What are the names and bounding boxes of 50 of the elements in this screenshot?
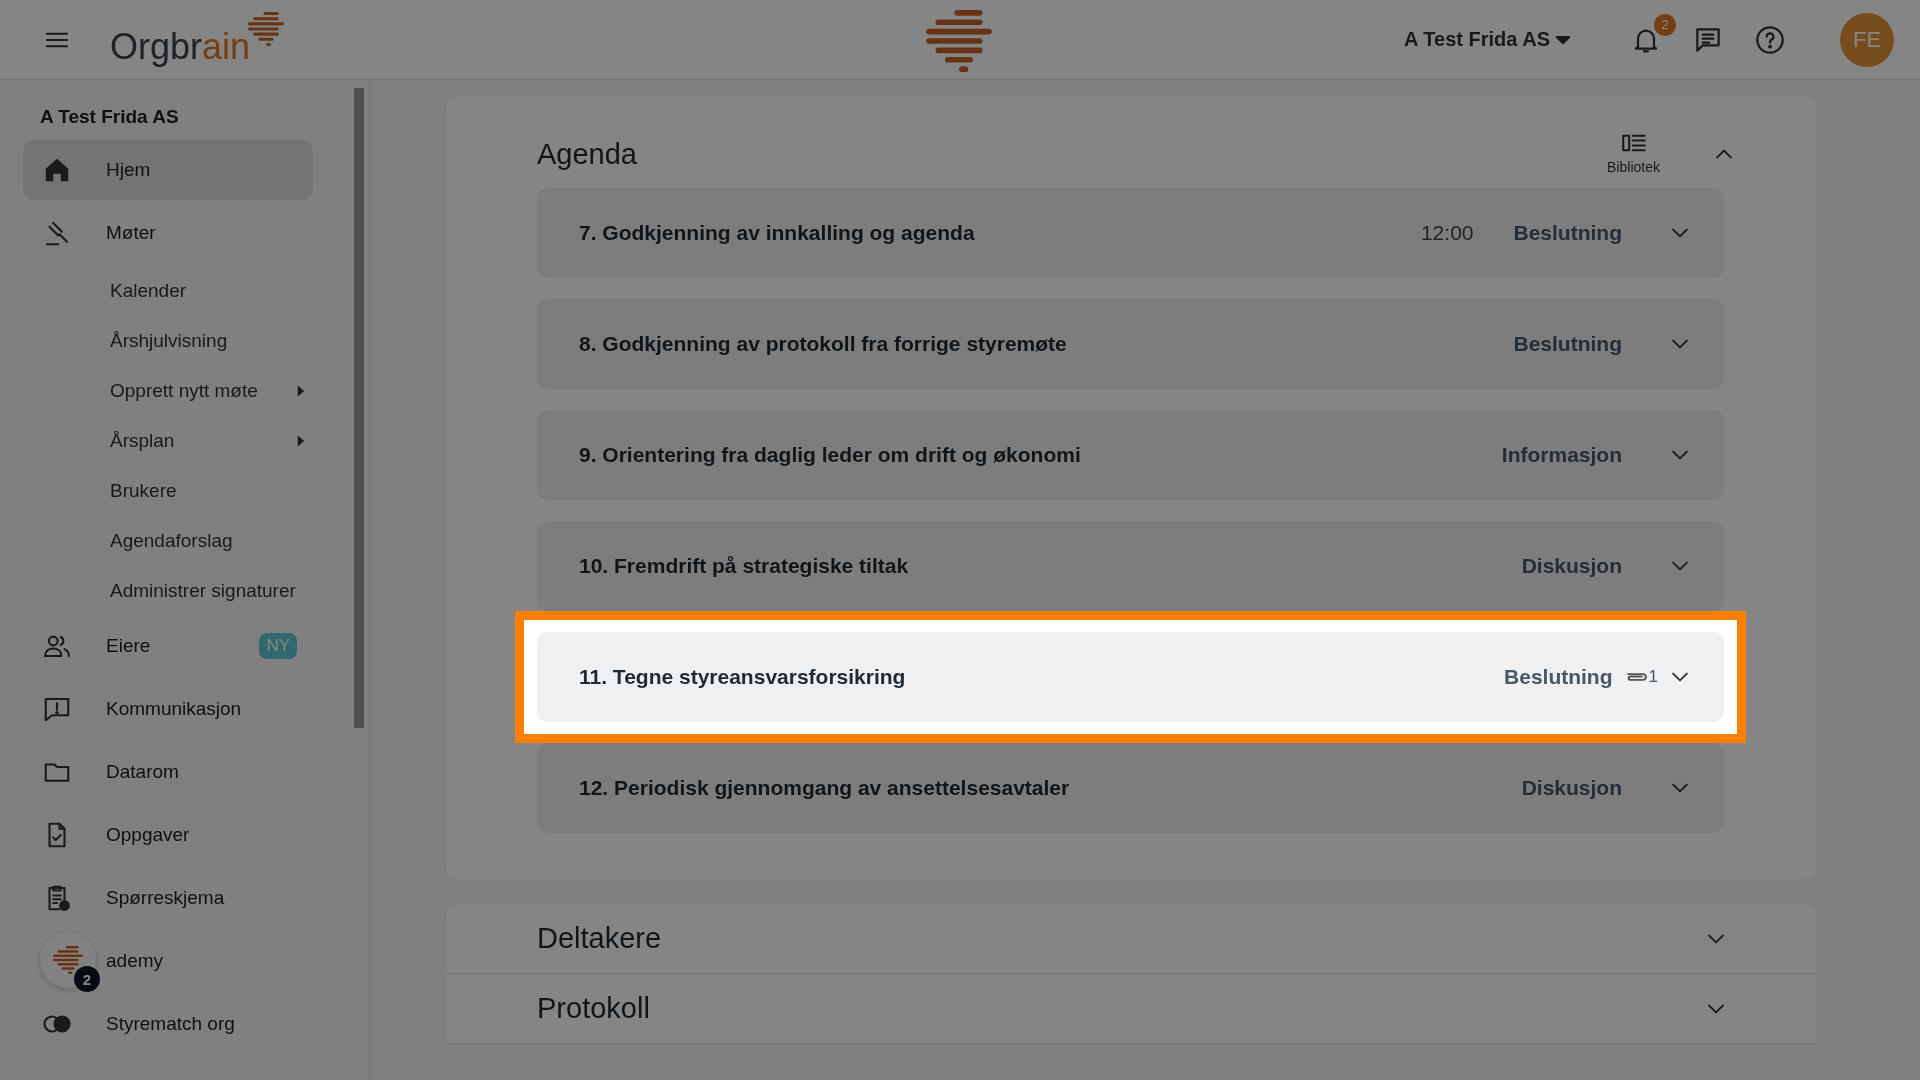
brain-logo-icon (51, 946, 85, 974)
agenda-item[interactable]: 12. Periodisk gjennomgang av ansettelsesavtaler Diskusjon (537, 743, 1724, 833)
sidebar-subitem[interactable]: Årshjulvisning (23, 316, 313, 366)
time-label: 12:00 (1420, 221, 1474, 245)
sidebar-subitem[interactable]: Opprett nytt møte (23, 366, 313, 416)
agenda-item[interactable]: 10. Fremdrift på strategiske tiltak Diskusjon (537, 521, 1724, 611)
caret-right-icon (297, 385, 305, 397)
sidebar-subitem[interactable]: Administrer signaturer (23, 566, 313, 616)
list-layout-icon (1621, 133, 1646, 153)
new-badge: NY (259, 633, 297, 659)
sidebar-item[interactable]: Møter (23, 203, 313, 263)
organization-name: A Test Frida AS (40, 106, 180, 128)
attachment-count: 1 (1626, 667, 1658, 687)
sidebar-item[interactable]: Kommunikasjon (23, 679, 313, 739)
sidebar-item[interactable]: Hjem (23, 140, 313, 200)
section-title: Agenda (537, 137, 637, 171)
sidebar-subitem[interactable]: Kalender (23, 266, 313, 316)
sidebar-item[interactable]: Styrematch org (23, 994, 313, 1054)
item-type: Diskusjon (1521, 554, 1622, 578)
help-icon[interactable] (1754, 23, 1786, 56)
section-header[interactable]: Deltakere (446, 904, 1816, 974)
item-type: Diskusjon (1521, 776, 1622, 800)
logo[interactable]: Orgbrain (110, 25, 259, 68)
caret-icon (1556, 35, 1570, 44)
collapse-chevron-icon[interactable] (1716, 149, 1732, 159)
section-header[interactable]: Protokoll (446, 974, 1816, 1044)
notification-badge: 2 (1654, 13, 1676, 36)
agenda-item[interactable]: 7. Godkjenning av innkalling og agenda 12:00 Beslutning (537, 188, 1724, 278)
sidebar-subitem[interactable]: Brukere (23, 466, 313, 516)
organization-selector[interactable]: A Test Frida AS (1398, 27, 1576, 52)
sidebar-item[interactable]: Spørreskjema (23, 868, 313, 928)
agenda-item[interactable]: 11. Tegne styreansvarsforsikring Beslutning 1 (537, 632, 1724, 722)
sidebar-subitem[interactable]: Agendaforslag (23, 516, 313, 566)
sidebar-item[interactable]: ademy (106, 931, 172, 991)
sidebar-subitem[interactable]: Årsplan (23, 416, 313, 466)
caret-right-icon (297, 435, 305, 447)
item-type: Informasjon (1501, 443, 1622, 467)
chevron-down-icon[interactable] (1672, 672, 1688, 682)
brain-logo-icon (246, 11, 287, 46)
item-type: Beslutning (1504, 665, 1613, 689)
sidebar-item[interactable]: Datarom (23, 742, 313, 802)
sidebar-item[interactable]: Eiere NY (23, 616, 313, 676)
scrollbar-thumb[interactable] (354, 88, 364, 728)
agenda-item[interactable]: 9. Orientering fra daglig leder om drift og økonomi Informasjon (537, 410, 1724, 500)
item-type: Beslutning (1513, 221, 1622, 245)
item-type: Beslutning (1513, 332, 1622, 356)
library-button[interactable]: Bibliotek (1601, 132, 1666, 176)
agenda-item[interactable]: 8. Godkjenning av protokoll fra forrige styremøte Beslutning (537, 299, 1724, 389)
paperclip-icon (1626, 673, 1647, 681)
sidebar-item[interactable]: Oppgaver (23, 805, 313, 865)
